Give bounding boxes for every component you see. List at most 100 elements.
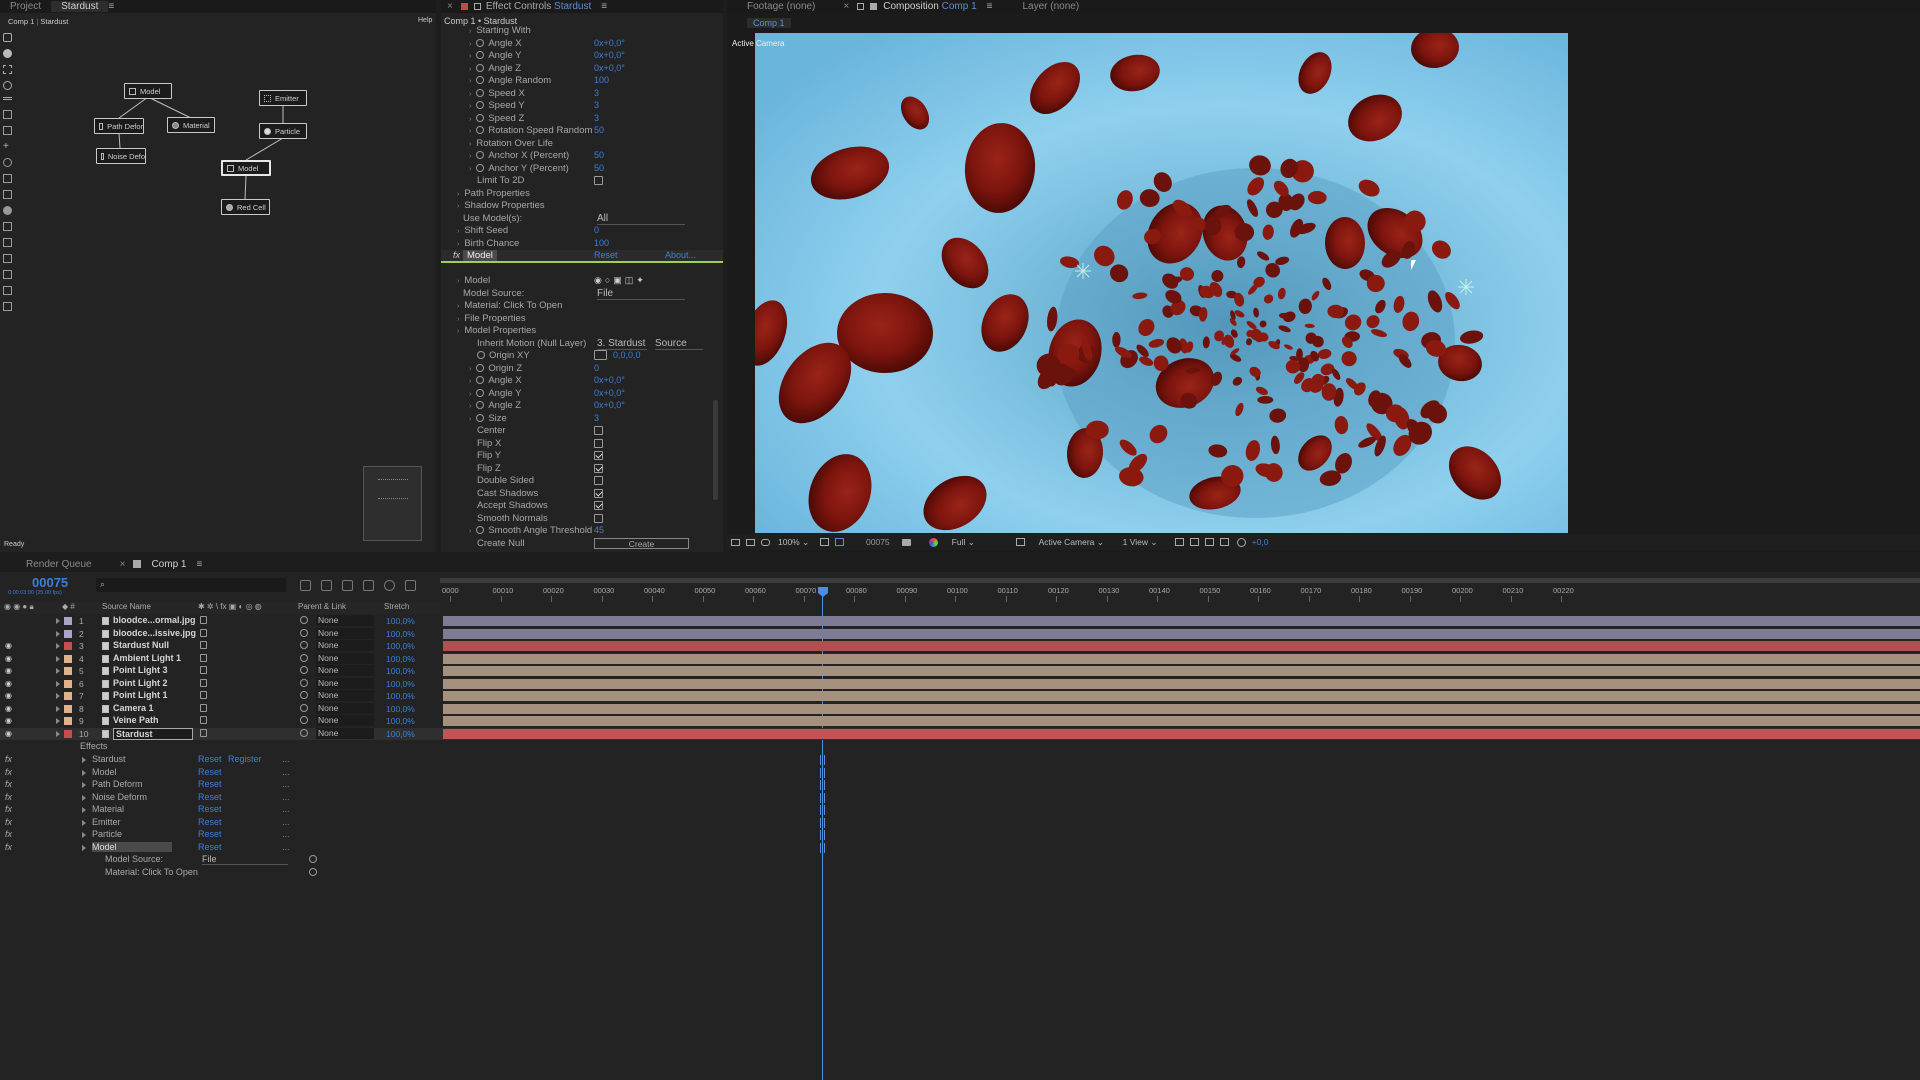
model-check-5[interactable]: Cast Shadows (441, 488, 723, 501)
ec-prop-1-value[interactable]: 0x+0,0° (594, 38, 625, 48)
fx-icon[interactable]: fx (5, 779, 12, 789)
pickwhip-icon[interactable] (300, 678, 308, 687)
effect-name[interactable]: Model (92, 841, 172, 852)
effect-register-button[interactable]: Register (228, 754, 262, 764)
ec-prop-8[interactable]: › Rotation Speed Random 50 (441, 125, 723, 138)
stopwatch-icon[interactable] (477, 351, 485, 359)
effect-name[interactable]: Material (92, 804, 124, 814)
label-color-swatch[interactable] (64, 704, 72, 713)
expand-arrow-icon[interactable] (56, 655, 60, 662)
grid-icon[interactable] (746, 538, 755, 546)
origin-xy-value[interactable]: 0,0,0,0 (613, 350, 641, 360)
expand-arrow-icon[interactable] (56, 680, 60, 687)
layer-name[interactable]: bloodce...issive.jpg (113, 628, 196, 638)
label-color-swatch[interactable] (64, 717, 72, 725)
fx-icon[interactable]: fx (5, 829, 12, 839)
stopwatch-icon[interactable] (476, 163, 485, 172)
model-prop-0-value[interactable]: 0 (594, 363, 599, 373)
expand-arrow-icon[interactable]: › (469, 153, 471, 160)
expand-arrow-icon[interactable]: › (469, 391, 471, 398)
region-icon[interactable] (835, 538, 844, 546)
layer-row[interactable]: 2 bloodce...issive.jpg None 100,0% (0, 627, 1920, 640)
close-icon[interactable]: × (120, 559, 126, 570)
smooth-angle-value[interactable]: 45 (594, 525, 604, 535)
expand-arrow-icon[interactable] (56, 630, 60, 637)
stretch-value[interactable]: 100,0% (386, 616, 415, 626)
layer-duration-bar[interactable] (443, 641, 1920, 651)
stopwatch-icon[interactable] (476, 88, 485, 97)
tab-comp-1[interactable]: Comp 1 (141, 559, 196, 570)
expand-arrow-icon[interactable] (82, 782, 86, 788)
ec-prop-8-value[interactable]: 50 (594, 125, 604, 135)
effect-reset-button[interactable]: Reset (198, 804, 222, 814)
mask-icon[interactable] (761, 538, 770, 546)
model-check-3-checkbox[interactable] (594, 463, 603, 473)
expand-arrow-icon[interactable] (82, 769, 86, 776)
fx-icon[interactable]: fx (5, 804, 12, 814)
tab-layer[interactable]: Layer (none) (992, 1, 1089, 12)
smooth-angle[interactable]: › Smooth Angle Threshold 45 (441, 525, 723, 538)
keyframe-marker-icon[interactable] (820, 755, 825, 765)
model-source[interactable]: Model Source: File (441, 288, 723, 301)
layer-row[interactable]: ◉ 5 Point Light 3 None 100,0% (0, 665, 1920, 677)
layer-duration-bar[interactable] (443, 691, 1920, 701)
stretch-value[interactable]: 100,0% (386, 716, 415, 726)
pickwhip-icon[interactable] (300, 653, 308, 662)
layer-row[interactable]: ◉ 3 Stardust Null None 100,0% (0, 640, 1920, 652)
keyframe-marker-icon[interactable] (820, 805, 825, 815)
layer-name[interactable]: Stardust Null (113, 640, 169, 650)
stopwatch-icon[interactable] (476, 413, 485, 422)
eye-icon[interactable]: ◉ (5, 679, 12, 688)
expand-arrow-icon[interactable]: › (469, 128, 471, 135)
expand-arrow-icon[interactable]: › (469, 28, 471, 35)
layer-duration-bar[interactable] (443, 666, 1920, 676)
stopwatch-icon[interactable] (476, 526, 485, 534)
expand-arrow-icon[interactable]: › (469, 366, 471, 373)
toggle-icon-4[interactable] (1219, 538, 1229, 546)
stopwatch-icon[interactable] (476, 38, 485, 47)
toggle-icon-2[interactable] (1189, 538, 1199, 546)
effect-reset-button[interactable]: Reset (198, 792, 222, 802)
layer-name[interactable]: Point Light 3 (113, 665, 168, 675)
node-model-top[interactable]: Model (124, 83, 172, 99)
pickwhip-icon[interactable] (300, 703, 308, 712)
exposure-icon[interactable] (1236, 537, 1246, 547)
expand-arrow-icon[interactable]: › (469, 41, 471, 48)
effect-name[interactable]: Stardust (92, 754, 126, 764)
ec-prop-3-value[interactable]: 0x+0,0° (594, 63, 625, 73)
expand-arrow-icon[interactable]: › (469, 91, 471, 98)
shy-switch-icon[interactable] (200, 653, 207, 662)
material-open[interactable]: › Material: Click To Open (441, 300, 723, 313)
inherit-motion[interactable]: Inherit Motion (Null Layer) 3. Stardust So… (441, 338, 723, 351)
parent-dropdown[interactable]: None (316, 665, 374, 676)
eye-icon[interactable]: ◉ (5, 654, 12, 663)
layer-name[interactable]: Point Light 2 (113, 678, 168, 688)
effect-name[interactable]: Emitter (92, 817, 121, 827)
material-row[interactable]: Material: Click To Open (0, 867, 440, 879)
path-properties[interactable]: › Path Properties (441, 188, 723, 201)
ec-prop-7[interactable]: › Speed Z 3 (441, 113, 723, 126)
pickwhip-icon[interactable] (300, 728, 308, 737)
layer-duration-bar[interactable] (443, 728, 1920, 739)
pickwhip-icon[interactable] (300, 628, 308, 637)
layer-duration-bar[interactable] (443, 703, 1920, 714)
tab-render-queue[interactable]: Render Queue (0, 559, 102, 570)
col-parent-link[interactable]: Parent & Link (298, 602, 346, 611)
layer-row[interactable]: 1 bloodce...ormal.jpg None 100,0% (0, 615, 1920, 627)
expand-arrow-icon[interactable]: › (457, 316, 459, 323)
shy-switch-icon[interactable] (200, 716, 207, 724)
model-header[interactable]: › Model ◉○▣◫✦ (441, 275, 723, 288)
model-prop-4-value[interactable]: 3 (594, 413, 599, 423)
layer-duration-bar[interactable] (443, 628, 1920, 639)
shy-switch-icon[interactable] (200, 628, 207, 637)
frame-blending-icon[interactable] (363, 580, 374, 591)
effect-reset-button[interactable]: Reset (198, 754, 222, 764)
label-color-swatch[interactable] (64, 642, 72, 650)
pickwhip-icon[interactable] (300, 666, 308, 674)
parent-dropdown[interactable]: None (316, 677, 374, 689)
model-check-1-checkbox[interactable] (594, 438, 603, 448)
ec-prop-6-value[interactable]: 3 (594, 100, 599, 110)
effect-reset-button[interactable]: Reset (198, 779, 222, 789)
exposure-value[interactable]: +0,0 (1252, 537, 1269, 547)
parent-dropdown[interactable]: None (316, 702, 374, 714)
